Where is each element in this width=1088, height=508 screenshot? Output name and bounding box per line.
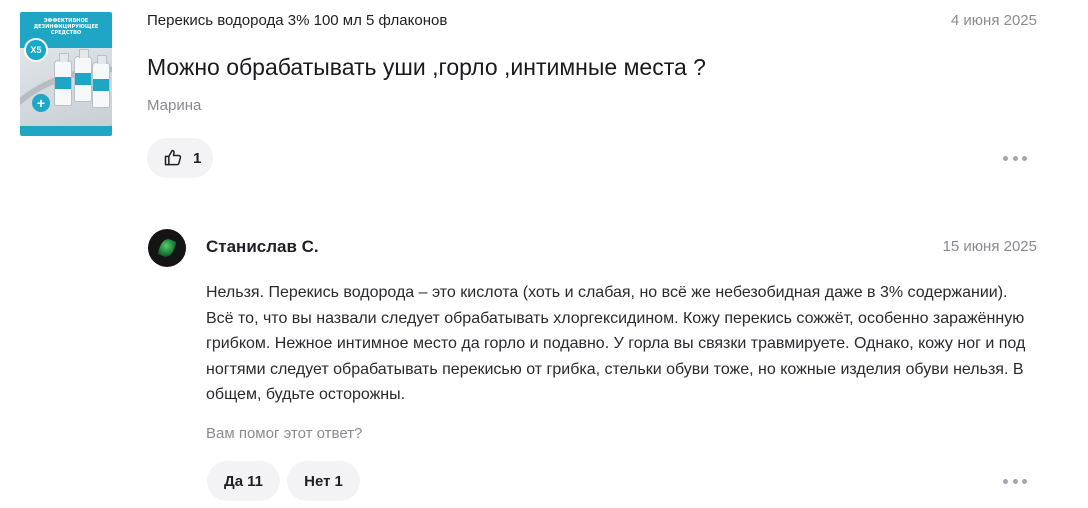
product-thumbnail[interactable]: ЭФФЕКТИВНОЕ ДЕЗИНФИЦИРУЮЩЕЕ СРЕДСТВО X5 … bbox=[20, 12, 112, 136]
like-count: 1 bbox=[193, 149, 202, 167]
bottle-image bbox=[92, 55, 110, 108]
bottle-image bbox=[54, 53, 72, 106]
vote-yes-label: Да bbox=[224, 472, 244, 490]
more-options-button[interactable] bbox=[1003, 148, 1027, 168]
thumbnail-banner-text: ЭФФЕКТИВНОЕ ДЕЗИНФИЦИРУЮЩЕЕ СРЕДСТВО bbox=[33, 18, 99, 36]
helpful-question: Вам помог этот ответ? bbox=[206, 425, 363, 442]
vote-no-count: 1 bbox=[334, 472, 343, 490]
dot bbox=[1012, 155, 1018, 161]
answer-date: 15 июня 2025 bbox=[942, 238, 1037, 255]
answer-text: Нельзя. Перекись водорода – это кислота … bbox=[206, 284, 1026, 403]
avatar-leaf-icon bbox=[157, 237, 177, 259]
vote-yes-button[interactable]: Да 11 bbox=[207, 461, 280, 501]
question-date: 4 июня 2025 bbox=[950, 12, 1037, 29]
dot bbox=[1022, 478, 1027, 484]
product-name-link[interactable]: Перекись водорода 3% 100 мл 5 флаконов bbox=[147, 12, 447, 29]
dot bbox=[1012, 478, 1018, 484]
thumbs-up-icon bbox=[164, 149, 182, 166]
dot bbox=[1022, 155, 1027, 161]
more-options-button[interactable] bbox=[1003, 471, 1027, 491]
dot bbox=[1003, 155, 1008, 161]
thumbnail-footer bbox=[20, 126, 112, 136]
vote-no-label: Нет bbox=[304, 472, 331, 490]
avatar bbox=[148, 229, 186, 267]
thumbnail-badge: X5 bbox=[24, 38, 48, 62]
bottle-image bbox=[74, 49, 92, 102]
vote-yes-count: 11 bbox=[247, 472, 263, 490]
medical-cross-icon: + bbox=[32, 94, 50, 112]
question-text: Можно обрабатывать уши ,горло ,интимные … bbox=[147, 54, 706, 80]
like-button[interactable]: 1 bbox=[147, 138, 213, 178]
vote-no-button[interactable]: Нет 1 bbox=[287, 461, 360, 501]
question-author: Марина bbox=[147, 97, 202, 114]
dot bbox=[1003, 478, 1008, 484]
answer-author: Станислав С. bbox=[206, 237, 319, 256]
